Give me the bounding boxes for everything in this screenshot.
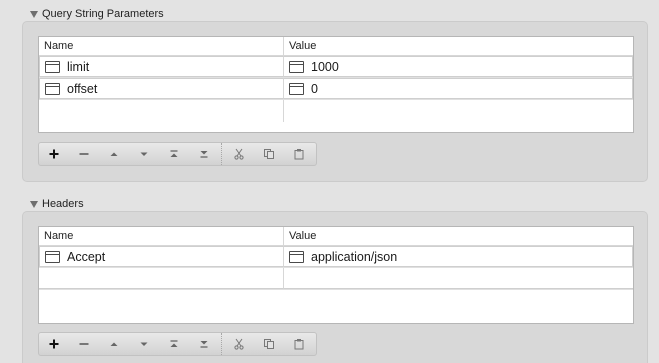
header-value-cell[interactable]: application/json: [284, 246, 633, 267]
table-header: Name Value: [39, 37, 633, 56]
move-to-bottom-icon: [200, 341, 208, 348]
move-up-button[interactable]: [99, 143, 129, 165]
column-header-value[interactable]: Value: [284, 227, 633, 245]
copy-button[interactable]: [254, 143, 284, 165]
copy-icon: [264, 339, 274, 349]
toolbar-separator: [221, 333, 222, 355]
checkbox-field-icon[interactable]: [45, 82, 60, 95]
empty-name-cell[interactable]: [39, 268, 284, 289]
table-row[interactable]: offset 0: [39, 78, 633, 100]
query-params-table: Name Value limit 1000 offset 0: [38, 36, 634, 133]
checkbox-field-icon[interactable]: [45, 60, 60, 73]
move-to-top-button[interactable]: [159, 333, 189, 355]
query-params-toolbar: [38, 142, 317, 166]
checkbox-field-icon[interactable]: [45, 250, 60, 263]
paste-button[interactable]: [284, 333, 314, 355]
headers-table: Name Value Accept application/json: [38, 226, 634, 324]
checkbox-field-icon[interactable]: [289, 60, 304, 73]
empty-name-cell[interactable]: [39, 100, 284, 122]
move-down-button[interactable]: [129, 143, 159, 165]
checkbox-field-icon[interactable]: [289, 82, 304, 95]
plus-icon: [49, 339, 59, 349]
move-to-bottom-button[interactable]: [189, 333, 219, 355]
paste-icon: [294, 149, 304, 160]
param-name-cell[interactable]: limit: [39, 56, 284, 77]
paste-button[interactable]: [284, 143, 314, 165]
move-down-button[interactable]: [129, 333, 159, 355]
move-down-icon: [140, 152, 148, 156]
headers-toolbar: [38, 332, 317, 356]
column-header-name[interactable]: Name: [39, 37, 284, 55]
move-to-bottom-button[interactable]: [189, 143, 219, 165]
query-section-title: Query String Parameters: [42, 8, 164, 20]
headers-section-header[interactable]: Headers: [30, 196, 84, 212]
table-row[interactable]: Accept application/json: [39, 246, 633, 268]
empty-row[interactable]: [39, 100, 633, 122]
param-value: 0: [311, 81, 318, 96]
move-to-top-icon: [170, 150, 178, 157]
copy-button[interactable]: [254, 333, 284, 355]
cut-icon: [234, 148, 244, 160]
toolbar-separator: [221, 143, 222, 165]
minus-icon: [79, 153, 89, 155]
headers-panel: Name Value Accept application/json: [22, 211, 648, 363]
disclosure-triangle-icon[interactable]: [30, 200, 38, 208]
add-row-button[interactable]: [39, 143, 69, 165]
add-row-button[interactable]: [39, 333, 69, 355]
empty-value-cell[interactable]: [284, 268, 633, 289]
move-to-top-icon: [170, 340, 178, 347]
cut-button[interactable]: [224, 333, 254, 355]
param-name: offset: [67, 81, 98, 96]
table-row[interactable]: limit 1000: [39, 56, 633, 78]
headers-section-title: Headers: [42, 198, 84, 210]
checkbox-field-icon[interactable]: [289, 250, 304, 263]
column-header-value[interactable]: Value: [284, 37, 633, 55]
query-params-panel: Name Value limit 1000 offset 0: [22, 21, 648, 182]
param-name-cell[interactable]: offset: [39, 78, 284, 99]
remove-row-button[interactable]: [69, 143, 99, 165]
move-to-bottom-icon: [200, 151, 208, 158]
query-section-header[interactable]: Query String Parameters: [30, 6, 164, 22]
empty-row[interactable]: [39, 268, 633, 290]
param-name: limit: [67, 59, 90, 74]
plus-icon: [49, 149, 59, 159]
cut-button[interactable]: [224, 143, 254, 165]
minus-icon: [79, 343, 89, 345]
param-value-cell[interactable]: 1000: [284, 56, 633, 77]
disclosure-triangle-icon[interactable]: [30, 10, 38, 18]
column-header-name[interactable]: Name: [39, 227, 284, 245]
table-header: Name Value: [39, 227, 633, 246]
param-value-cell[interactable]: 0: [284, 78, 633, 99]
cut-icon: [234, 338, 244, 350]
header-value: application/json: [311, 249, 398, 264]
move-down-icon: [140, 342, 148, 346]
header-name-cell[interactable]: Accept: [39, 246, 284, 267]
param-value: 1000: [311, 59, 339, 74]
move-up-button[interactable]: [99, 333, 129, 355]
paste-icon: [294, 339, 304, 350]
header-name: Accept: [67, 249, 106, 264]
copy-icon: [264, 149, 274, 159]
empty-value-cell[interactable]: [284, 100, 633, 122]
remove-row-button[interactable]: [69, 333, 99, 355]
move-up-icon: [110, 152, 118, 156]
move-to-top-button[interactable]: [159, 143, 189, 165]
move-up-icon: [110, 342, 118, 346]
